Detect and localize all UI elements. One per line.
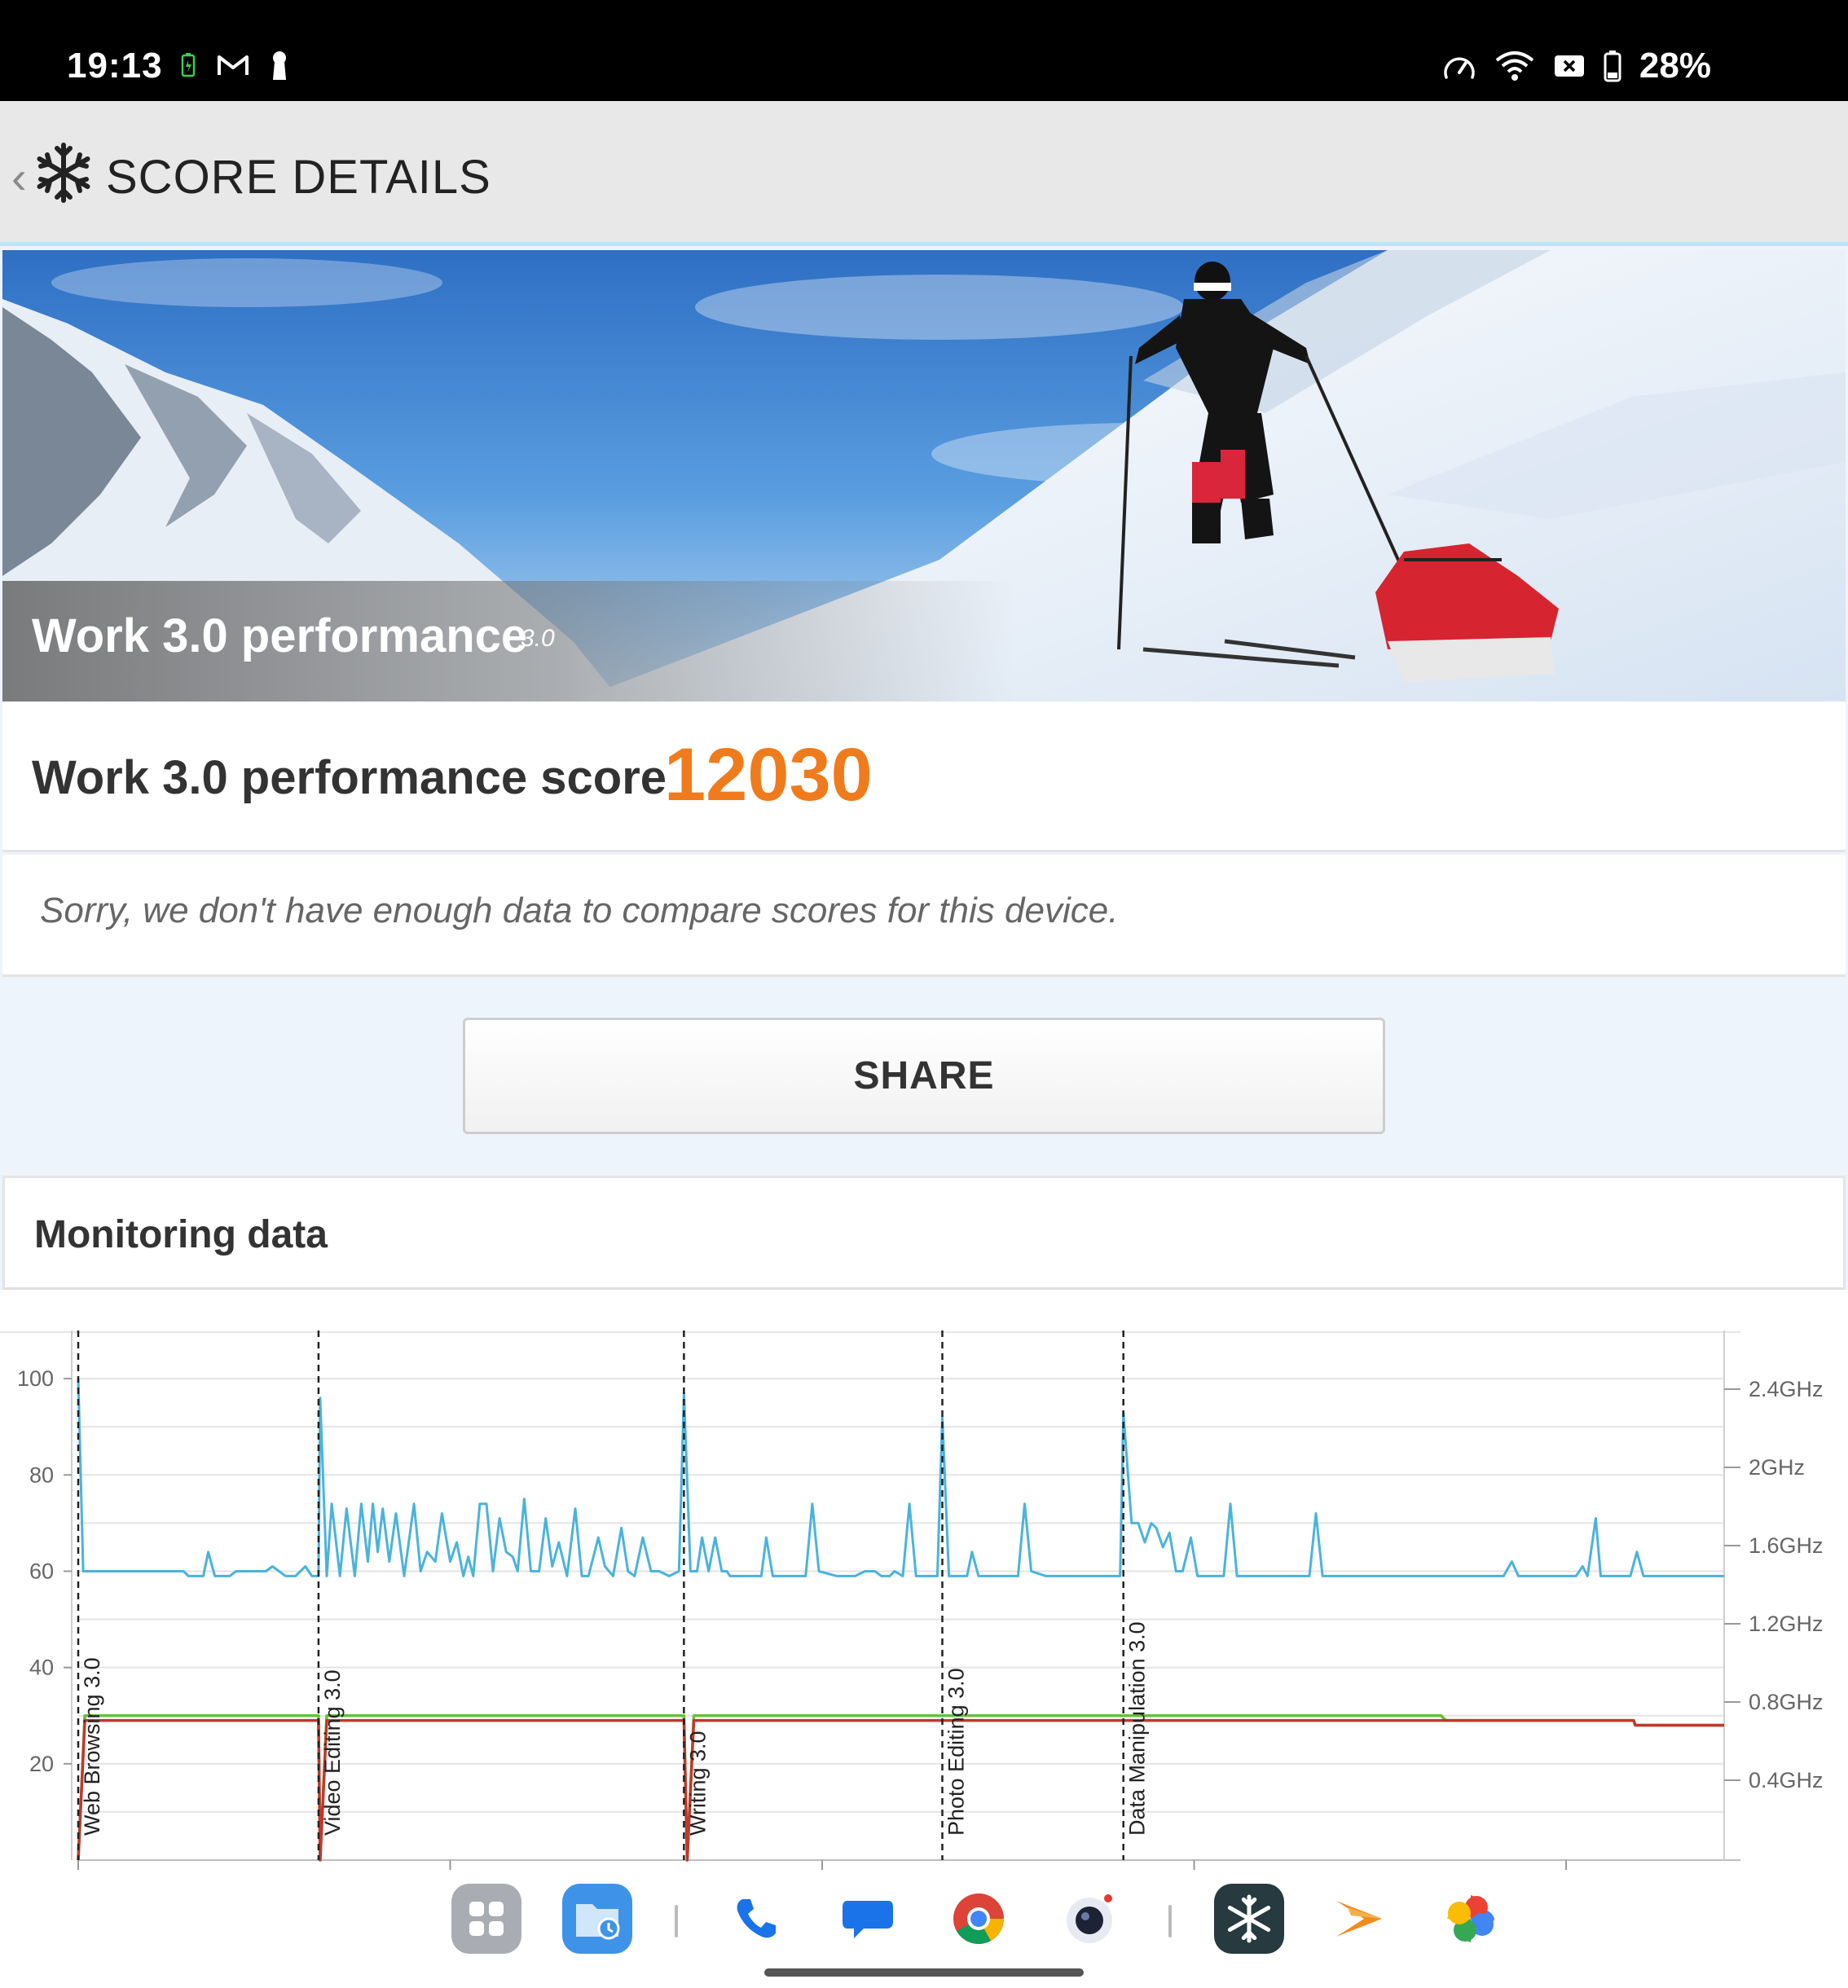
left-tick-label: 40 bbox=[29, 1656, 54, 1680]
battery-saver-icon bbox=[181, 53, 196, 77]
right-tick-label: 0.8GHz bbox=[1749, 1690, 1824, 1714]
keyhole-icon bbox=[273, 51, 286, 80]
phase-label: Video Editing 3.0 bbox=[320, 1669, 345, 1836]
phase-label: Writing 3.0 bbox=[685, 1731, 710, 1836]
battery-icon bbox=[1604, 51, 1621, 82]
left-tick-label: 60 bbox=[29, 1559, 54, 1583]
left-tick-label: 80 bbox=[29, 1462, 54, 1487]
status-left-icons bbox=[181, 51, 288, 80]
phase-label: Web Browsing 3.0 bbox=[80, 1657, 104, 1836]
status-bar: 19:13 28% bbox=[0, 0, 1848, 101]
phase-label: Data Manipulation 3.0 bbox=[1125, 1621, 1150, 1836]
score-value: 12030 bbox=[664, 733, 873, 816]
left-tick-label: 100 bbox=[17, 1366, 54, 1391]
home-indicator[interactable] bbox=[764, 1968, 1084, 1977]
photos-icon[interactable] bbox=[1436, 1884, 1506, 1954]
streaks-icon[interactable] bbox=[1325, 1884, 1395, 1954]
status-right: 28% bbox=[1442, 46, 1711, 86]
right-tick-label: 2GHz bbox=[1749, 1455, 1805, 1480]
phase-label: Photo Editing 3.0 bbox=[944, 1668, 969, 1836]
3dmark-snowflake-icon[interactable] bbox=[33, 142, 95, 204]
back-chevron-icon[interactable]: ‹ bbox=[11, 155, 27, 200]
files-icon[interactable] bbox=[562, 1884, 632, 1954]
right-tick-label: 0.4GHz bbox=[1749, 1768, 1824, 1792]
page-title: SCORE DETAILS bbox=[106, 151, 491, 204]
wifi-icon bbox=[1495, 51, 1534, 81]
hero-version: 3.0 bbox=[521, 625, 555, 652]
hero-title: Work 3.0 performance bbox=[32, 609, 528, 662]
left-tick-label: 20 bbox=[29, 1752, 54, 1776]
phone-icon[interactable] bbox=[720, 1884, 790, 1954]
messages-icon[interactable] bbox=[833, 1884, 903, 1954]
right-tick-label: 1.6GHz bbox=[1749, 1533, 1824, 1558]
right-tick-label: 1.2GHz bbox=[1749, 1612, 1824, 1636]
chrome-icon[interactable] bbox=[944, 1884, 1014, 1954]
screen: 19:13 28% ‹ SCORE DETAILS Work 3.0 perfo… bbox=[0, 0, 1848, 1988]
gmail-icon bbox=[218, 55, 249, 75]
hero-banner: Work 3.0 performance 3.0 bbox=[2, 250, 1846, 702]
series-line-0 bbox=[77, 1379, 1724, 1577]
3dmark-icon[interactable] bbox=[1214, 1884, 1284, 1954]
status-time: 19:13 bbox=[67, 46, 163, 86]
camera-icon[interactable] bbox=[1054, 1884, 1124, 1954]
app-header: ‹ SCORE DETAILS bbox=[0, 101, 1848, 246]
dock-separator bbox=[1168, 1905, 1172, 1937]
app-drawer-icon[interactable] bbox=[451, 1884, 521, 1954]
monitoring-chart: 100 80 60 40 20 2.4GHz 2GHz 1.6GHz 1.2GHz 0.8GHz 0… bbox=[0, 1290, 1848, 1872]
battery-percent: 28% bbox=[1639, 46, 1711, 86]
compare-message: Sorry, we don't have enough data to comp… bbox=[40, 891, 1119, 930]
no-sim-icon bbox=[1554, 55, 1584, 77]
monitoring-chart-svg: 100 80 60 40 20 2.4GHz 2GHz 1.6GHz 1.2GHz 0.8GHz 0… bbox=[0, 1330, 1824, 1870]
speedometer-icon bbox=[1444, 57, 1475, 79]
score-card: Work 3.0 performance score 12030 bbox=[2, 702, 1846, 852]
score-label: Work 3.0 performance score bbox=[32, 751, 667, 804]
compare-card: Sorry, we don't have enough data to comp… bbox=[2, 855, 1846, 977]
right-tick-label: 2.4GHz bbox=[1749, 1377, 1824, 1401]
monitoring-title: Monitoring data bbox=[34, 1213, 328, 1256]
monitoring-header: Monitoring data bbox=[2, 1176, 1846, 1290]
share-button[interactable]: SHARE bbox=[463, 1018, 1385, 1134]
dock-separator bbox=[675, 1905, 678, 1937]
app-dock bbox=[0, 1872, 1848, 1988]
